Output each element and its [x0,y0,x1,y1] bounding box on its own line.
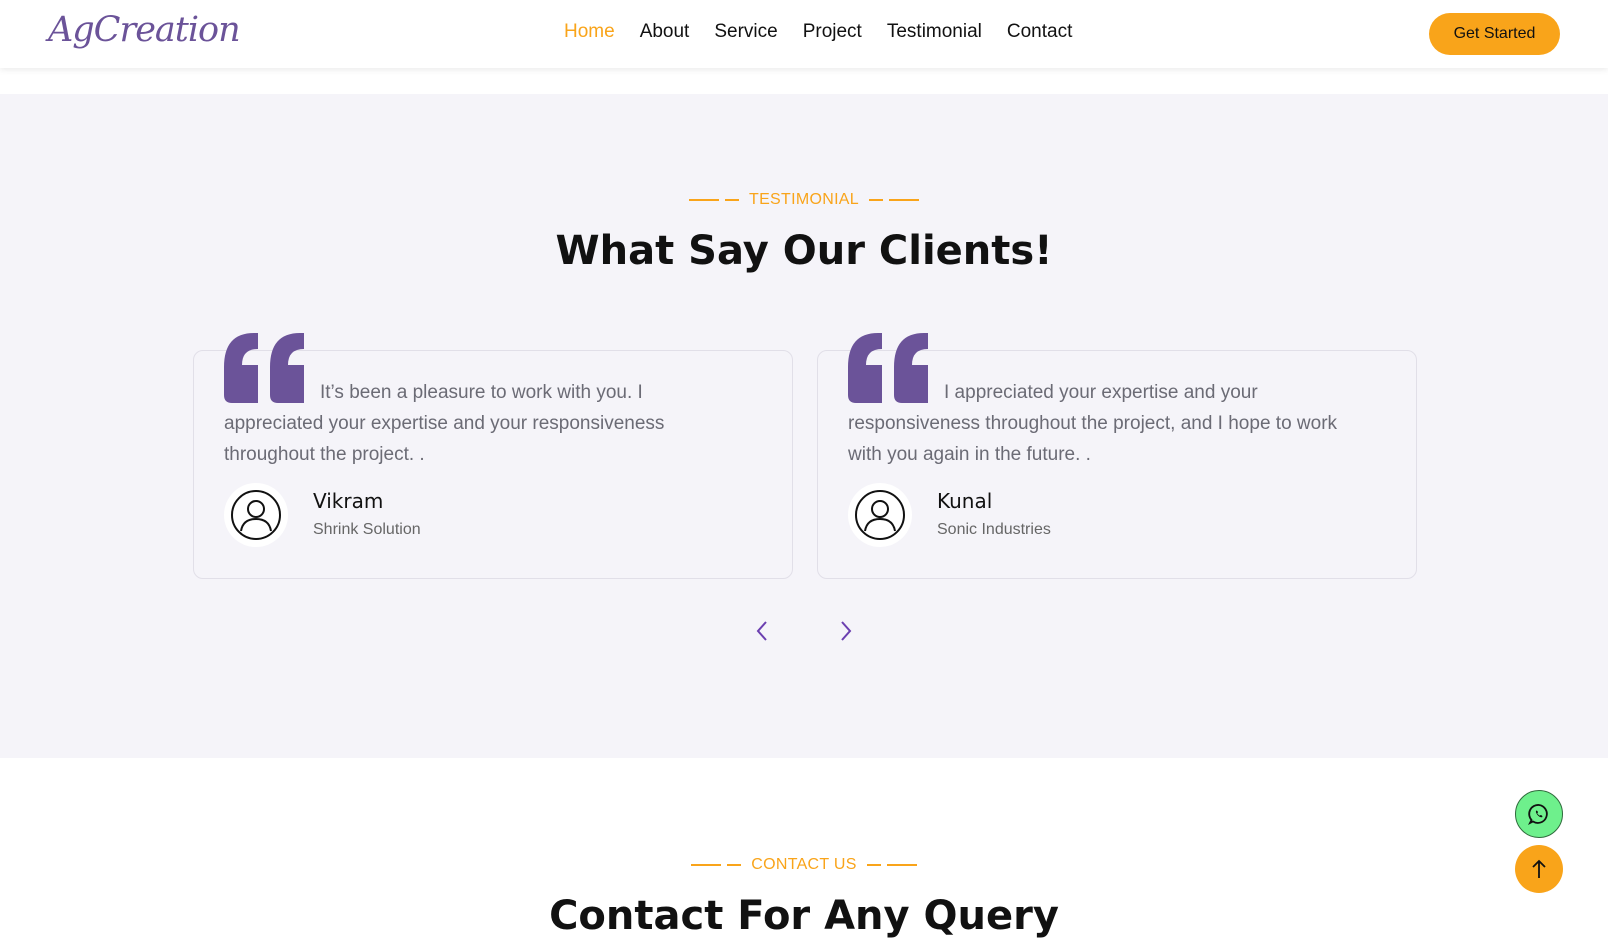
chevron-right-icon [841,621,852,641]
testimonial-title: What Say Our Clients! [555,228,1053,274]
site-header: AgCreation Home About Service Project Te… [0,0,1608,68]
testimonial-quote: It’s been a pleasure to work with you. I… [224,382,665,465]
testimonial-subtitle-text: TESTIMONIAL [749,191,859,208]
nav-service[interactable]: Service [714,21,777,43]
contact-subtitle-text: CONTACT US [751,856,857,873]
subtitle-dash-right [868,199,919,201]
nav-about[interactable]: About [640,21,690,43]
scroll-top-button[interactable] [1515,845,1563,893]
testimonial-quote: I appreciated your expertise and your re… [848,382,1338,465]
next-button[interactable] [836,618,856,644]
user-icon [231,490,281,540]
arrow-up-icon [1532,859,1546,878]
contact-subtitle: CONTACT US [0,856,1608,874]
client-name: Vikram [313,489,384,513]
subtitle-dash-left [691,864,742,866]
user-icon [855,490,905,540]
nav-home[interactable]: Home [564,21,615,43]
main-nav: Home About Service Project Testimonial C… [564,21,1072,43]
avatar [224,483,288,547]
testimonial-subtitle: TESTIMONIAL [0,191,1608,209]
contact-title: Contact For Any Query [549,893,1059,939]
logo[interactable]: AgCreation [48,10,241,50]
testimonial-section: TESTIMONIAL What Say Our Clients! It’s b… [0,94,1608,758]
testimonial-card: I appreciated your expertise and your re… [817,333,1417,579]
nav-project[interactable]: Project [803,21,862,43]
client-company: Shrink Solution [313,521,421,538]
chevron-left-icon [756,621,767,641]
avatar [848,483,912,547]
nav-contact[interactable]: Contact [1007,21,1072,43]
whatsapp-button[interactable] [1515,790,1563,838]
whatsapp-icon [1527,804,1548,826]
testimonial-card: It’s been a pleasure to work with you. I… [193,333,793,579]
nav-testimonial[interactable]: Testimonial [887,21,982,43]
get-started-button[interactable]: Get Started [1429,13,1560,55]
subtitle-dash-left [689,199,739,201]
subtitle-dash-right [866,864,917,866]
prev-button[interactable] [752,618,772,644]
client-name: Kunal [937,489,993,513]
client-company: Sonic Industries [937,521,1051,538]
